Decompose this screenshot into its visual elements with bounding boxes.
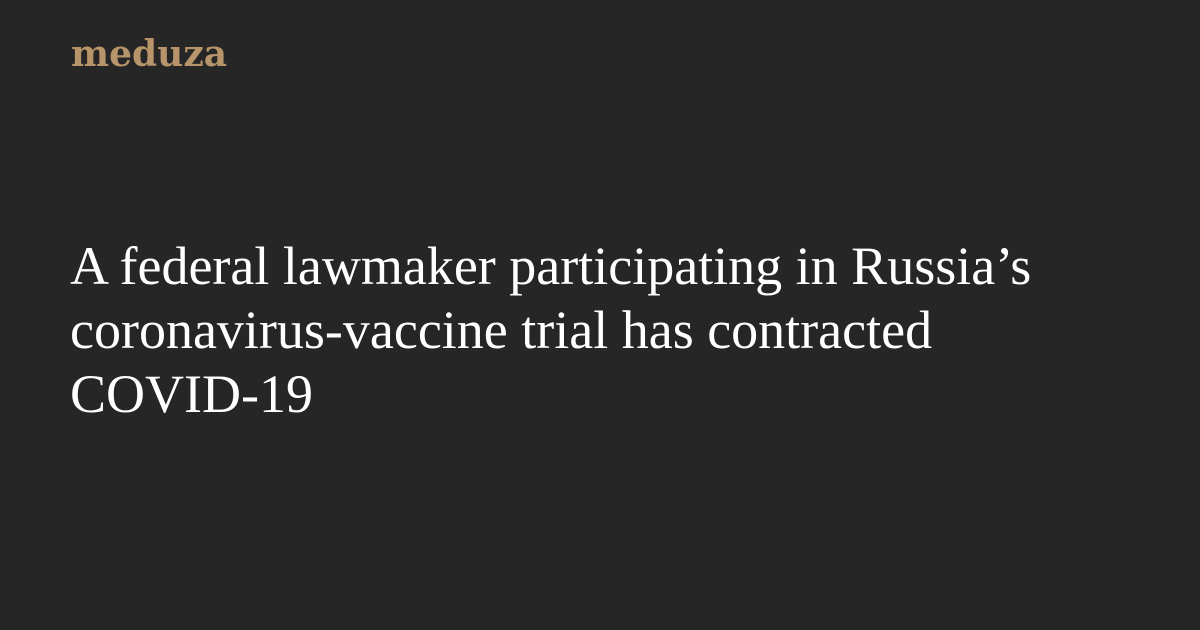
meduza-logo[interactable]: meduza bbox=[71, 36, 227, 72]
article-headline: A federal lawmaker participating in Russ… bbox=[70, 236, 1032, 424]
share-card: meduza A federal lawmaker participating … bbox=[0, 0, 1200, 630]
